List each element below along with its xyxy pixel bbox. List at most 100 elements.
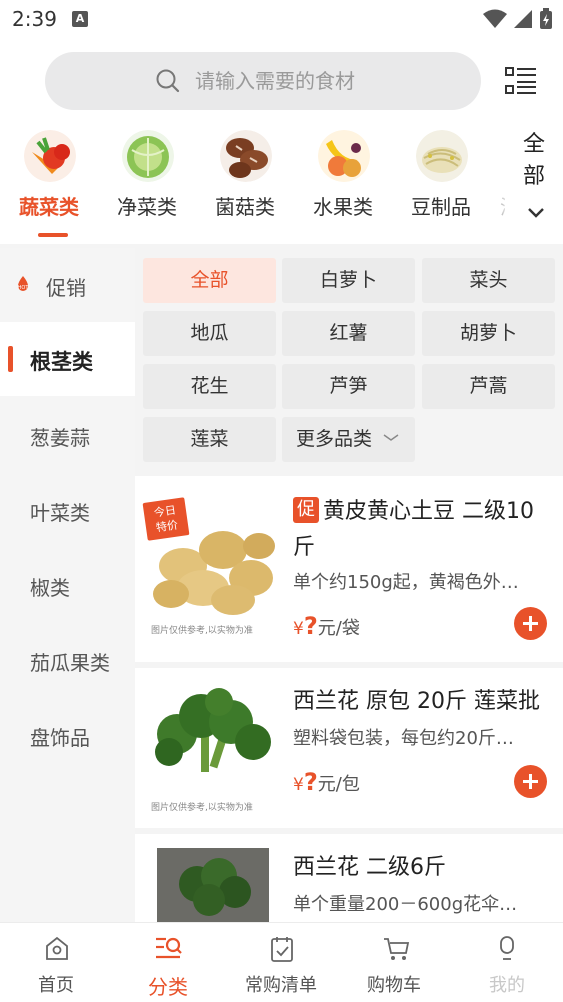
product-title-text: 黄皮黄心土豆 二级10斤 [293,499,534,560]
status-time: 2:39 [12,7,57,31]
category-prepped[interactable]: 净菜类 [102,125,192,243]
sidebar-item-onion-ginger-garlic[interactable]: 葱姜蒜 [0,398,135,472]
all-categories-line1: 全 [522,132,545,157]
price-value: ? [303,768,318,796]
checklist-icon [271,937,293,962]
category-bar: 蔬菜类 净菜类 菌菇类 水果类 豆制品 海 全 部 [0,125,563,243]
list-view-icon[interactable] [505,66,537,96]
sidebar-item-root-vegetables[interactable]: 根茎类 [0,322,135,396]
bottom-tab-bar: 首页 分类 常购清单 购物车 我的 [0,922,563,1002]
svg-text:HOT: HOT [18,285,30,291]
subcategory-chip[interactable]: 胡萝卜 [422,311,555,356]
price-unit: 元/包 [317,774,360,795]
broccoli-image [143,676,283,816]
all-categories-line2: 部 [522,164,545,189]
product-price: ¥?元/袋 [293,612,360,640]
tab-label: 常购清单 [245,975,317,996]
subcategory-chip[interactable]: 芦笋 [282,364,415,409]
home-icon [46,936,68,960]
active-underline [38,233,68,237]
price-value: ? [303,612,318,640]
price-symbol: ¥ [293,619,304,639]
all-categories-button[interactable]: 全 部 [505,125,563,243]
add-to-cart-button[interactable] [514,765,547,798]
tab-label: 我的 [489,975,525,996]
promo-tag: 促 [293,497,319,523]
sidebar-item-label: 促销 [46,276,86,300]
sidebar-item-melons[interactable]: 茄瓜果类 [0,623,135,697]
category-label: 水果类 [313,195,373,219]
wifi-icon [483,9,507,28]
status-bar: 2:39 A [0,0,563,40]
category-label: 豆制品 [411,195,471,219]
more-subcategories-label: 更多品类 [296,428,373,450]
product-card[interactable]: 西兰花 二级6斤 单个重量200－600g花伞… [135,834,563,922]
sidebar-item-peppers[interactable]: 椒类 [0,548,135,622]
cabbage-icon [122,130,174,182]
search-row [0,52,563,112]
more-subcategories-button[interactable]: 更多品类 [282,417,415,462]
subcategory-chip[interactable]: 红薯 [282,311,415,356]
subcategory-chip[interactable]: 花生 [143,364,276,409]
user-icon [500,936,514,960]
chevron-down-icon [383,434,399,441]
tab-label: 购物车 [367,975,421,996]
fruit-icon [318,130,370,182]
product-title: 西兰花 二级6斤 [293,855,446,880]
product-desc: 单个重量200－600g花伞… [293,894,518,915]
subcategory-chip-all[interactable]: 全部 [143,258,276,303]
signal-icon [514,10,532,28]
sidebar-item-promotion[interactable]: HOT 促销 [0,248,135,322]
system-icons [483,8,553,30]
subcategory-chip[interactable]: 芦蒿 [422,364,555,409]
cart-icon [384,938,410,960]
image-disclaimer: 图片仅供参考,以实物为准 [151,803,253,813]
product-title: 西兰花 原包 20斤 莲菜批 [293,689,540,714]
product-price: ¥?元/包 [293,768,360,796]
sidebar-item-label: 盘饰品 [30,726,90,750]
sidebar-item-leafy-vegetables[interactable]: 叶菜类 [0,473,135,547]
bean-sprout-icon [416,130,468,182]
mushroom-icon [220,130,272,182]
tab-mine[interactable]: 我的 [451,923,563,1002]
sidebar-item-label: 根茎类 [30,350,93,374]
product-title: 促黄皮黄心土豆 二级10斤 [293,494,555,566]
category-label: 菌菇类 [215,195,275,219]
sidebar-item-label: 葱姜蒜 [30,426,90,450]
subcategory-chip[interactable]: 菜头 [422,258,555,303]
product-card[interactable]: 图片仅供参考,以实物为准 西兰花 原包 20斤 莲菜批 塑料袋包装，每包约20斤… [135,668,563,828]
add-to-cart-button[interactable] [514,607,547,640]
subcategory-chip[interactable]: 白萝卜 [282,258,415,303]
price-symbol: ¥ [293,775,304,795]
subcategory-chip[interactable]: 地瓜 [143,311,276,356]
notification-icon: A [72,11,88,27]
sidebar-item-label: 茄瓜果类 [30,651,110,675]
hot-flame-icon: HOT [18,276,30,291]
category-icon [156,937,182,959]
tab-frequent-list[interactable]: 常购清单 [225,923,337,1002]
category-vegetables[interactable]: 蔬菜类 [4,125,94,243]
tab-cart[interactable]: 购物车 [338,923,450,1002]
category-fruit[interactable]: 水果类 [298,125,388,243]
subcategory-chip[interactable]: 莲菜 [143,417,276,462]
tab-category[interactable]: 分类 [112,923,224,1002]
product-card[interactable]: 今日 特价 图片仅供参考,以实物为准 促黄皮黄心土豆 二级10斤 单个约150g… [135,476,563,662]
product-desc: 塑料袋包装，每包约20斤… [293,728,514,749]
active-indicator [8,346,13,372]
category-label: 蔬菜类 [19,195,79,219]
price-unit: 元/袋 [317,618,360,639]
search-bar[interactable] [45,52,481,110]
chevron-down-icon [528,208,544,218]
tab-home[interactable]: 首页 [0,923,112,1002]
all-categories-label: 全 部 [519,129,549,193]
category-tofu[interactable]: 豆制品 [396,125,486,243]
sidebar-item-garnish[interactable]: 盘饰品 [0,698,135,772]
today-special-badge: 今日 特价 [142,497,190,541]
product-area: 全部 白萝卜 菜头 地瓜 红薯 胡萝卜 花生 芦笋 芦蒿 莲菜 更多品类 今日 … [135,248,563,922]
broccoli-photo [157,848,269,922]
search-input[interactable] [195,66,455,96]
sidebar-item-label: 叶菜类 [30,501,90,525]
category-label: 净菜类 [117,195,177,219]
battery-icon [540,8,552,29]
category-mushroom[interactable]: 菌菇类 [200,125,290,243]
